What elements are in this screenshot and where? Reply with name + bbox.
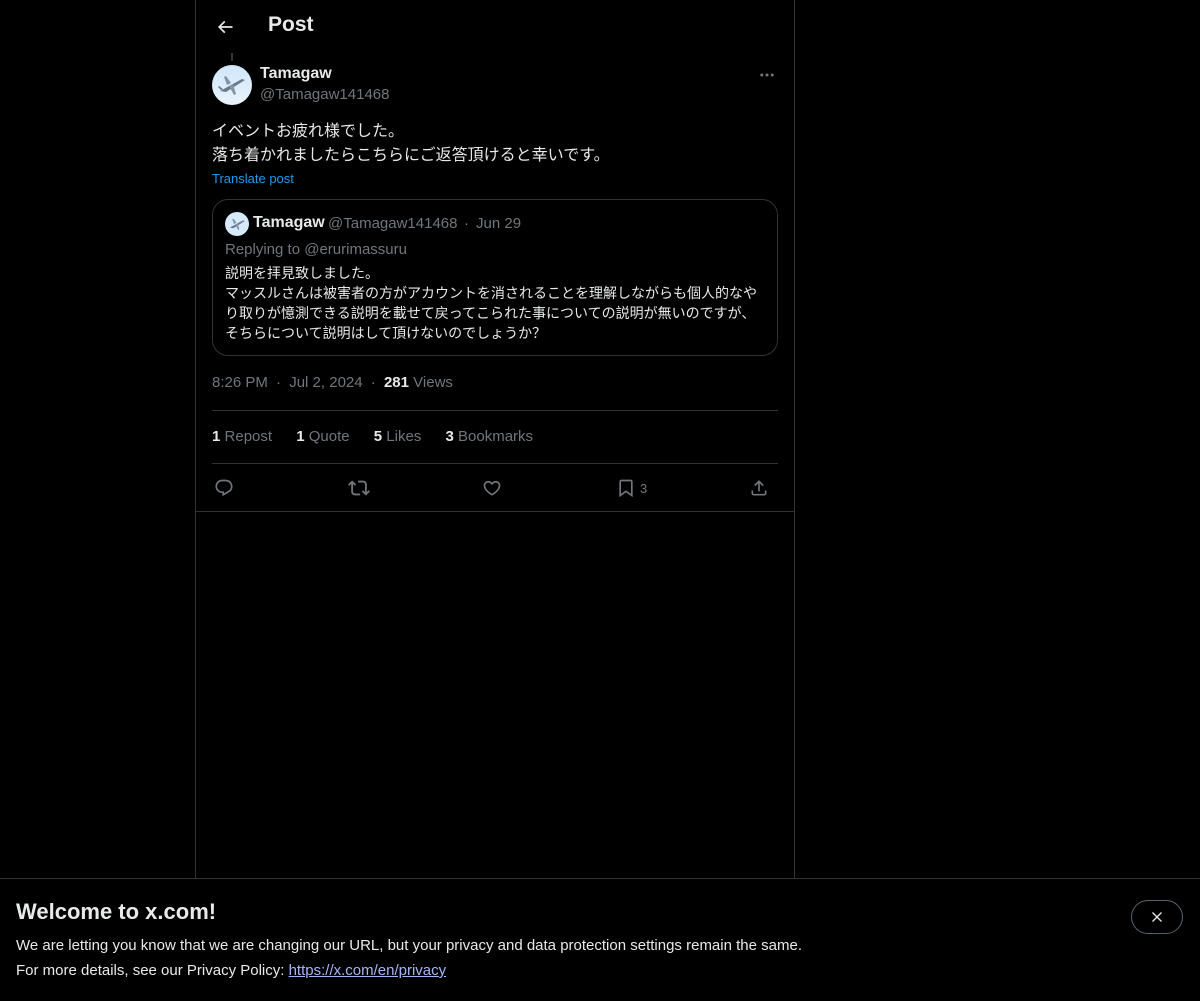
likes-stat[interactable]: 5 Likes — [374, 428, 422, 445]
replying-to: Replying to @erurimassuru — [225, 241, 407, 258]
banner-message: We are letting you know that we are chan… — [16, 937, 802, 954]
top-bar: Post — [196, 0, 794, 53]
reply-button[interactable] — [214, 474, 234, 502]
bookmark-button[interactable]: 3 — [616, 474, 647, 502]
separator: · — [464, 215, 469, 232]
banner-privacy-prefix: For more details, see our Privacy Policy… — [16, 962, 289, 979]
post-date[interactable]: Jul 2, 2024 — [289, 374, 362, 391]
avatar — [225, 212, 249, 236]
author-name[interactable]: Tamagaw — [260, 65, 332, 83]
divider — [212, 463, 778, 464]
quote-author-name: Tamagaw — [253, 214, 325, 231]
more-icon — [760, 73, 774, 77]
post-text: イベントお疲れ様でした。 落ち着かれましたらこちらにご返答頂けると幸いです。 — [212, 119, 778, 167]
quotes-label: Quote — [308, 428, 350, 445]
main-column: Post Tamagaw @Tamagaw141468 イベントお疲れ様でした。… — [195, 0, 795, 1000]
quoted-post[interactable]: Tamagaw @Tamagaw141468 · Jun 29 Replying… — [212, 199, 778, 356]
quotes-count: 1 — [296, 428, 305, 445]
bookmarks-count: 3 — [445, 428, 454, 445]
bookmarks-label: Bookmarks — [458, 428, 534, 445]
like-button[interactable] — [482, 474, 502, 502]
likes-label: Likes — [386, 428, 422, 445]
airplane-avatar-icon — [225, 212, 249, 236]
avatar[interactable] — [212, 65, 252, 105]
quote-text: 説明を拝見致しました。 マッスルさんは被害者の方がアカウントを消されることを理解… — [225, 266, 757, 342]
bookmark-count: 3 — [640, 480, 648, 496]
banner-title: Welcome to x.com! — [16, 899, 217, 924]
author-handle[interactable]: @Tamagaw141468 — [260, 86, 389, 103]
more-button[interactable] — [756, 66, 778, 84]
page-title: Post — [268, 13, 314, 36]
airplane-avatar-icon — [212, 65, 252, 105]
close-icon — [1152, 912, 1162, 922]
post-text-line: イベントお疲れ様でした。 — [212, 121, 405, 140]
back-button[interactable] — [208, 10, 242, 44]
bookmarks-stat[interactable]: 3 Bookmarks — [446, 428, 534, 445]
post-meta: 8:26 PM · Jul 2, 2024 · 281 Views — [212, 374, 453, 391]
close-button[interactable] — [1131, 900, 1183, 934]
reposts-count: 1 — [212, 428, 221, 445]
post-time[interactable]: 8:26 PM — [212, 374, 268, 391]
share-button[interactable] — [749, 474, 769, 502]
post-text-line: 落ち着かれましたらこちらにご返答頂けると幸いです。 — [212, 145, 610, 164]
heart-icon — [483, 480, 501, 496]
post-stats: 1 Repost 1 Quote 5 Likes 3 Bookmarks — [212, 428, 553, 445]
banner-privacy-line: For more details, see our Privacy Policy… — [16, 962, 446, 979]
arrow-left-icon — [217, 20, 233, 34]
thread-line — [231, 53, 233, 61]
share-icon — [751, 480, 767, 496]
separator: · — [276, 374, 282, 391]
views-count: 281 — [383, 374, 409, 391]
translate-post-link[interactable]: Translate post — [212, 171, 294, 186]
reply-icon — [215, 479, 233, 497]
quote-author-handle: @Tamagaw141468 — [328, 215, 458, 232]
reposts-stat[interactable]: 1 Repost — [212, 428, 272, 445]
views-label: Views — [413, 374, 453, 391]
repost-icon — [348, 480, 370, 496]
divider — [212, 410, 778, 411]
repost-button[interactable] — [348, 474, 370, 502]
action-bar: 3 — [212, 474, 778, 502]
separator: · — [370, 374, 376, 391]
quote-date: Jun 29 — [476, 215, 522, 232]
likes-count: 5 — [373, 428, 383, 445]
post-header: Tamagaw @Tamagaw141468 — [212, 64, 778, 106]
privacy-policy-link[interactable]: https://x.com/en/privacy — [289, 962, 447, 979]
welcome-banner: Welcome to x.com! We are letting you kno… — [0, 878, 1200, 1001]
bookmark-icon — [619, 479, 633, 498]
divider — [196, 511, 794, 512]
quotes-stat[interactable]: 1 Quote — [296, 428, 349, 445]
reposts-label: Repost — [224, 428, 273, 445]
